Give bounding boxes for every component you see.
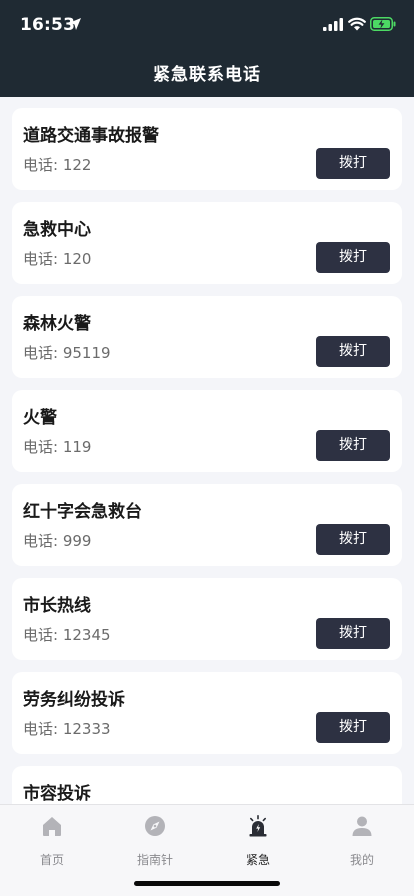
contact-card: 市容投诉 — [12, 766, 402, 804]
home-icon — [43, 817, 61, 836]
tab-emergency[interactable]: 紧急 — [218, 813, 298, 867]
contact-name: 市长热线 — [23, 596, 91, 616]
tab-label: 指南针 — [136, 853, 173, 867]
contact-card: 森林火警 电话: 95119 拨打 — [12, 296, 402, 378]
location-arrow-icon — [69, 18, 81, 30]
call-button[interactable]: 拨打 — [316, 524, 390, 555]
header: 16:53 紧急联系电话 — [0, 0, 414, 97]
wifi-icon — [348, 17, 366, 31]
contact-name: 市容投诉 — [23, 784, 91, 804]
call-button[interactable]: 拨打 — [316, 148, 390, 179]
contact-name: 火警 — [23, 408, 57, 428]
contact-name: 劳务纠纷投诉 — [23, 690, 125, 710]
contact-phone: 电话: 12333 — [23, 720, 111, 738]
contact-card: 道路交通事故报警 电话: 122 拨打 — [12, 108, 402, 190]
contact-phone: 电话: 12345 — [23, 626, 111, 644]
call-button[interactable]: 拨打 — [316, 712, 390, 743]
call-button[interactable]: 拨打 — [316, 242, 390, 273]
contact-phone: 电话: 119 — [23, 438, 92, 456]
contact-phone: 电话: 120 — [23, 250, 92, 268]
contact-name: 道路交通事故报警 — [23, 126, 159, 146]
battery-charging-icon — [370, 17, 396, 31]
compass-icon — [145, 816, 165, 836]
contact-list: 道路交通事故报警 电话: 122 拨打 急救中心 电话: 120 拨打 森林火警… — [12, 108, 402, 804]
tab-compass[interactable]: 指南针 — [115, 813, 195, 867]
page-title: 紧急联系电话 — [153, 65, 261, 85]
tab-label: 首页 — [39, 853, 64, 867]
home-indicator[interactable] — [134, 881, 280, 886]
siren-icon — [249, 815, 267, 837]
call-button[interactable]: 拨打 — [316, 336, 390, 367]
contact-card: 市长热线 电话: 12345 拨打 — [12, 578, 402, 660]
contact-phone: 电话: 95119 — [23, 344, 111, 362]
call-button[interactable]: 拨打 — [316, 618, 390, 649]
contact-card: 劳务纠纷投诉 电话: 12333 拨打 — [12, 672, 402, 754]
status-bar: 16:53 — [0, 0, 414, 50]
contact-name: 红十字会急救台 — [23, 502, 142, 522]
tab-home[interactable]: 首页 — [12, 813, 92, 867]
contact-card: 急救中心 电话: 120 拨打 — [12, 202, 402, 284]
contact-name: 急救中心 — [23, 220, 91, 240]
cellular-signal-icon — [323, 18, 343, 31]
contact-phone: 电话: 999 — [23, 532, 92, 550]
contact-phone: 电话: 122 — [23, 156, 92, 174]
contact-card: 红十字会急救台 电话: 999 拨打 — [12, 484, 402, 566]
user-icon — [352, 816, 372, 836]
contact-name: 森林火警 — [23, 314, 91, 334]
tab-label: 紧急 — [245, 853, 270, 867]
status-time: 16:53 — [20, 15, 76, 35]
contact-card: 火警 电话: 119 拨打 — [12, 390, 402, 472]
tab-label: 我的 — [349, 853, 374, 867]
tab-profile[interactable]: 我的 — [322, 813, 402, 867]
call-button[interactable]: 拨打 — [316, 430, 390, 461]
